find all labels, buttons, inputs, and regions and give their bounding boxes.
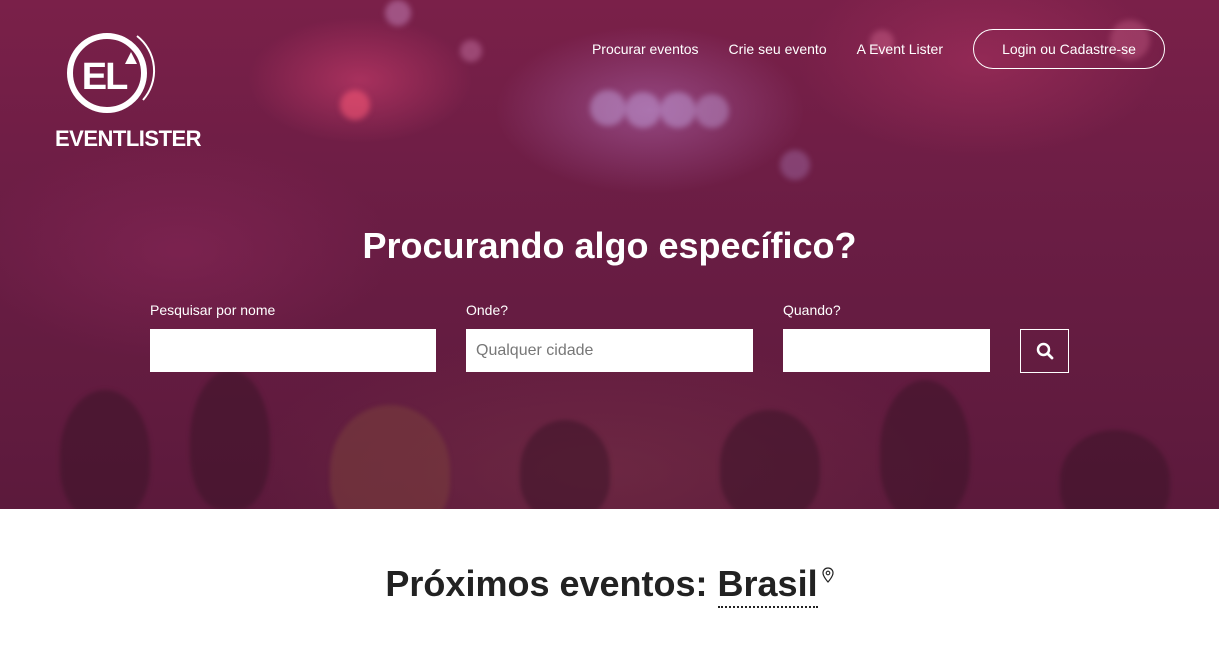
crowd-silhouette	[520, 420, 610, 509]
bokeh-light	[695, 94, 729, 128]
name-field-label: Pesquisar por nome	[150, 302, 276, 318]
login-button[interactable]: Login ou Cadastre-se	[973, 29, 1165, 69]
bokeh-light	[385, 0, 411, 26]
brand-logo[interactable]: EL EVENTLISTER	[55, 28, 202, 152]
upcoming-events-heading: Próximos eventos: Brasil	[0, 563, 1219, 608]
crowd-silhouette	[1060, 430, 1170, 509]
nav-link-about[interactable]: A Event Lister	[857, 41, 943, 57]
where-field-label: Onde?	[466, 302, 509, 318]
when-field-label: Quando?	[783, 302, 841, 318]
hero-section: EL EVENTLISTER Procurar eventos Crie seu…	[0, 0, 1219, 509]
search-button[interactable]	[1020, 329, 1069, 373]
crowd-silhouette	[60, 390, 150, 509]
map-pin-icon[interactable]	[821, 567, 834, 583]
top-nav: Procurar eventos Crie seu evento A Event…	[592, 28, 1165, 70]
search-icon	[1036, 342, 1053, 360]
bokeh-light	[780, 150, 810, 180]
bokeh-light	[660, 92, 696, 128]
crowd-silhouette	[720, 410, 820, 509]
bokeh-light	[590, 90, 626, 126]
nav-link-procurar-eventos[interactable]: Procurar eventos	[592, 41, 699, 57]
city-input[interactable]	[466, 329, 753, 372]
name-search-input[interactable]	[150, 329, 436, 372]
upcoming-prefix: Próximos eventos:	[385, 563, 708, 604]
logo-wordmark: EVENTLISTER	[55, 126, 202, 151]
nav-link-crie-seu-evento[interactable]: Crie seu evento	[729, 41, 827, 57]
hero-title: Procurando algo específico?	[362, 225, 857, 266]
crowd-silhouette	[190, 370, 270, 509]
bokeh-light	[625, 92, 661, 128]
bokeh-light	[340, 90, 370, 120]
date-input[interactable]	[783, 329, 990, 372]
bokeh-light	[460, 40, 482, 62]
logo-mark-icon: EL	[67, 33, 156, 113]
crowd-silhouette	[880, 380, 970, 509]
location-selector[interactable]: Brasil	[717, 563, 818, 608]
logo-mark-text: EL	[82, 56, 128, 98]
crowd-silhouette	[330, 405, 450, 509]
